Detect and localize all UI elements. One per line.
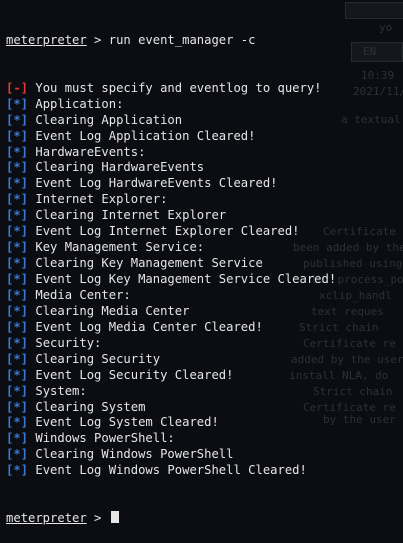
output-line: [*] Event Log Windows PowerShell Cleared… xyxy=(6,463,403,479)
info-marker: [*] xyxy=(6,351,29,366)
prompt-name: meterpreter xyxy=(6,511,87,526)
terminal-output[interactable]: meterpreter > run event_manager -c [-] Y… xyxy=(6,1,403,543)
output-text: Windows PowerShell: xyxy=(28,431,175,446)
output-line: [*] Event Log System Cleared! xyxy=(6,415,403,431)
info-marker: [*] xyxy=(6,431,29,446)
output-line: [*] Event Log Internet Explorer Cleared! xyxy=(6,224,403,240)
output-line: [*] Clearing Internet Explorer xyxy=(6,208,403,224)
output-text: Event Log System Cleared! xyxy=(28,415,219,430)
output-line: [*] Event Log Key Management Service Cle… xyxy=(6,272,403,288)
prompt-name: meterpreter xyxy=(6,32,87,47)
output-line: [*] Security: xyxy=(6,336,403,352)
output-text: Clearing Application xyxy=(28,112,183,127)
output-text: Event Log Internet Explorer Cleared! xyxy=(28,224,300,239)
command-text: run event_manager -c xyxy=(108,32,256,47)
output-text: Key Management Service: xyxy=(28,240,205,255)
output-line: [*] HardwareEvents: xyxy=(6,145,403,161)
info-marker: [*] xyxy=(6,272,29,286)
info-marker: [*] xyxy=(6,96,29,111)
output-line: [*] Clearing Key Management Service xyxy=(6,256,403,272)
info-marker: [*] xyxy=(6,319,29,334)
output-line: [*] Clearing HardwareEvents xyxy=(6,160,403,176)
output-text: Event Log Windows PowerShell Cleared! xyxy=(28,463,307,478)
info-marker: [*] xyxy=(6,383,29,398)
info-marker: [*] xyxy=(6,240,29,255)
output-text: Clearing Key Management Service xyxy=(28,256,263,271)
active-prompt-line[interactable]: meterpreter > xyxy=(6,511,403,527)
info-marker: [*] xyxy=(6,256,29,271)
output-text: Clearing HardwareEvents xyxy=(28,160,205,175)
text-cursor xyxy=(110,511,119,524)
output-line: [*] Clearing Windows PowerShell xyxy=(6,447,403,463)
output-line: [*] Media Center: xyxy=(6,288,403,304)
output-text: Media Center: xyxy=(28,287,131,302)
info-marker: [*] xyxy=(6,192,29,207)
info-marker: [*] xyxy=(6,367,29,382)
output-text: Clearing Internet Explorer xyxy=(28,208,227,223)
output-line: [*] Windows PowerShell: xyxy=(6,431,403,447)
output-text: Internet Explorer: xyxy=(28,192,168,207)
info-marker: [*] xyxy=(6,447,29,462)
output-text: Clearing Windows PowerShell xyxy=(28,447,234,462)
prompt-symbol: > xyxy=(86,511,109,526)
output-text: You must specify and eventlog to query! xyxy=(28,80,322,95)
output-line: [*] Clearing Application xyxy=(6,113,403,129)
output-line: [*] Internet Explorer: xyxy=(6,192,403,208)
output-text: System: xyxy=(28,383,87,398)
output-line: [*] Key Management Service: xyxy=(6,240,403,256)
info-marker: [*] xyxy=(6,176,29,191)
output-text: Event Log Media Center Cleared! xyxy=(28,319,263,334)
output-text: HardwareEvents: xyxy=(28,144,146,159)
info-marker: [*] xyxy=(6,415,29,430)
prompt-symbol: > xyxy=(86,32,109,47)
info-marker: [*] xyxy=(6,303,29,318)
output-text: Application: xyxy=(28,96,124,111)
output-text: Clearing Security xyxy=(28,351,161,366)
command-line: meterpreter > run event_manager -c xyxy=(6,33,403,49)
output-line: [-] You must specify and eventlog to que… xyxy=(6,81,403,97)
info-marker: [*] xyxy=(6,128,29,143)
info-marker: [*] xyxy=(6,287,29,302)
output-line: [*] Event Log Media Center Cleared! xyxy=(6,320,403,336)
output-text: Event Log HardwareEvents Cleared! xyxy=(28,176,278,191)
output-text: Event Log Security Cleared! xyxy=(28,367,234,382)
output-line: [*] Clearing Security xyxy=(6,352,403,368)
info-marker: [*] xyxy=(6,224,29,239)
output-line: [*] Clearing Media Center xyxy=(6,304,403,320)
error-marker: [-] xyxy=(6,80,29,95)
output-text: Event Log Application Cleared! xyxy=(28,128,256,143)
output-line: [*] Event Log HardwareEvents Cleared! xyxy=(6,176,403,192)
output-text: Clearing Media Center xyxy=(28,303,190,318)
info-marker: [*] xyxy=(6,144,29,159)
info-marker: [*] xyxy=(6,208,29,223)
info-marker: [*] xyxy=(6,399,29,414)
info-marker: [*] xyxy=(6,463,29,478)
output-line: [*] Event Log Security Cleared! xyxy=(6,368,403,384)
info-marker: [*] xyxy=(6,160,29,175)
output-line: [*] Clearing System xyxy=(6,400,403,416)
output-text: Event Log Key Management Service Cleared… xyxy=(28,272,337,286)
output-line: [*] Event Log Application Cleared! xyxy=(6,129,403,145)
info-marker: [*] xyxy=(6,335,29,350)
output-text: Security: xyxy=(28,335,102,350)
info-marker: [*] xyxy=(6,112,29,127)
output-text: Clearing System xyxy=(28,399,146,414)
output-line: [*] Application: xyxy=(6,97,403,113)
output-line: [*] System: xyxy=(6,384,403,400)
